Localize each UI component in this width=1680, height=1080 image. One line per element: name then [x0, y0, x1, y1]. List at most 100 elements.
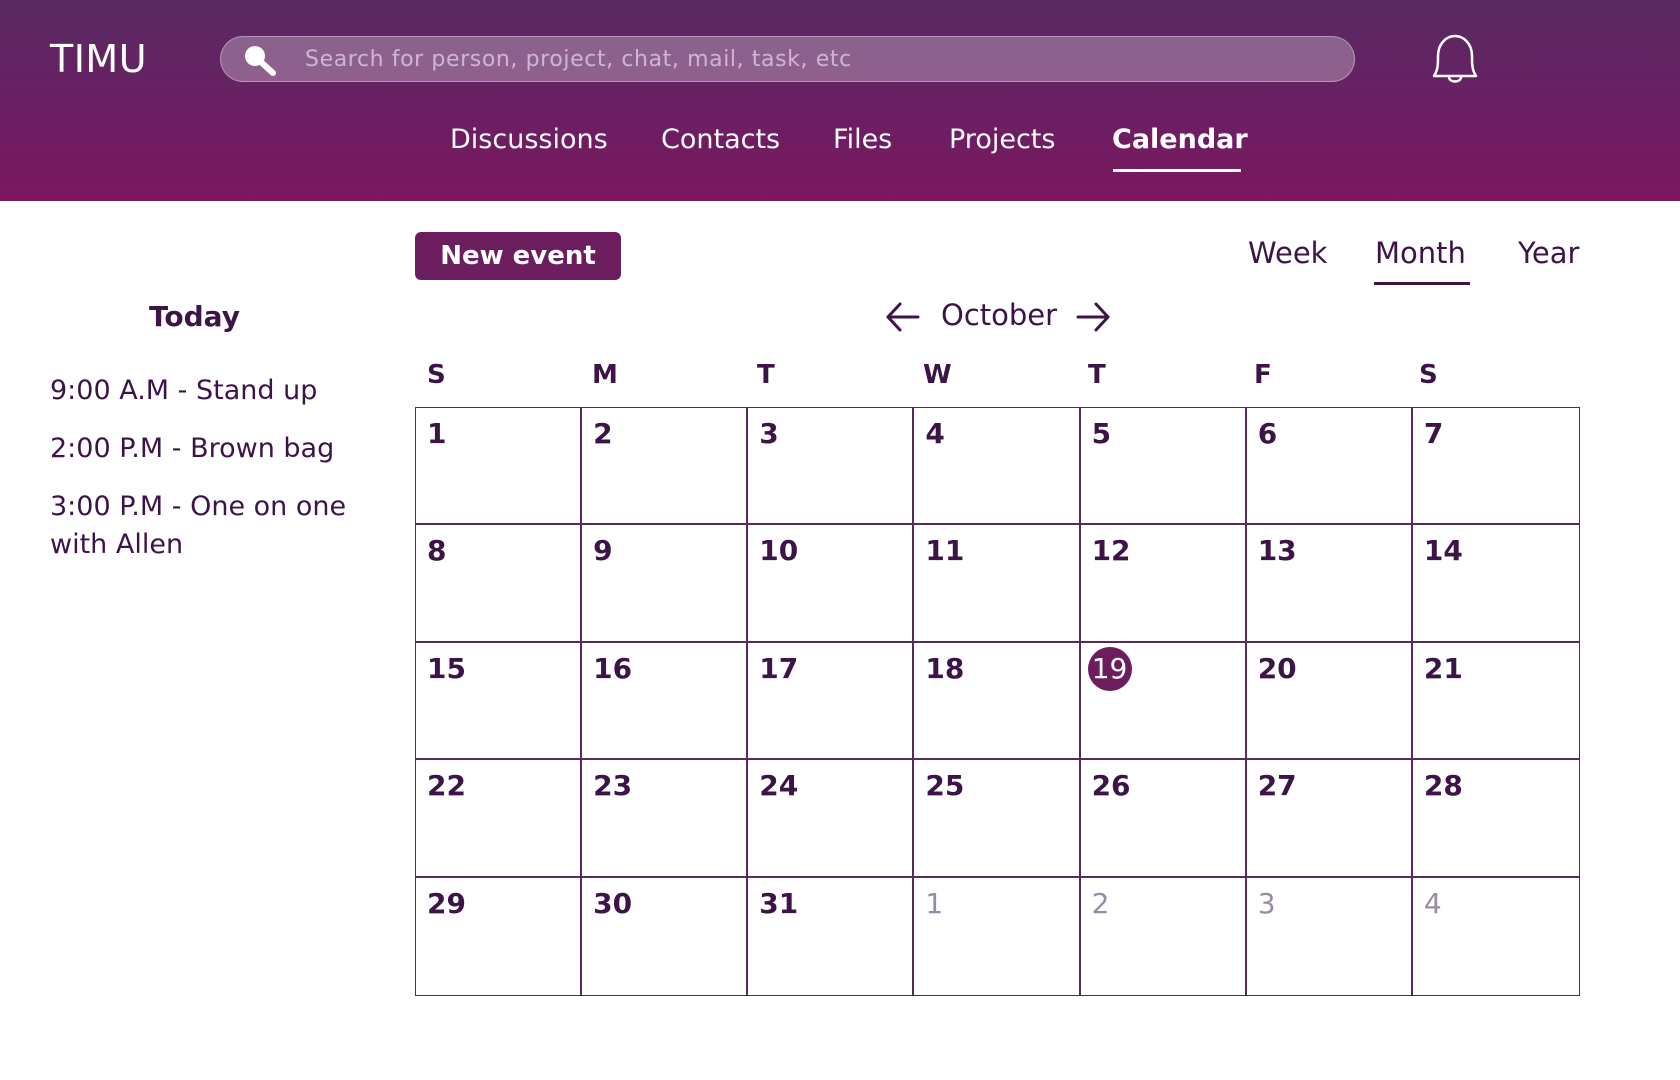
weekday-label: T — [1088, 360, 1106, 390]
day-number: 15 — [427, 651, 466, 685]
day-cell-next-month[interactable]: 2 — [1081, 877, 1247, 995]
day-cell-next-month[interactable]: 4 — [1413, 878, 1579, 995]
event-item[interactable]: 9:00 A.M - Stand up — [50, 372, 380, 410]
day-cell[interactable]: 17 — [748, 642, 915, 761]
day-cell[interactable]: 2 — [582, 408, 749, 526]
view-active-indicator — [1374, 282, 1470, 285]
today-events-list: 9:00 A.M - Stand up 2:00 P.M - Brown bag… — [50, 372, 380, 584]
day-number: 11 — [925, 534, 965, 568]
day-cell[interactable]: 6 — [1246, 408, 1413, 526]
day-cell[interactable]: 8 — [416, 525, 583, 643]
day-cell[interactable]: 10 — [748, 525, 915, 643]
arrow-left-icon[interactable] — [884, 300, 922, 334]
day-cell-today[interactable]: 19 — [1080, 642, 1247, 761]
day-cell[interactable]: 11 — [914, 525, 1081, 643]
day-number: 16 — [593, 651, 633, 685]
weekday-label: S — [1419, 360, 1438, 390]
weekday-header-row: S M T W T F S — [415, 360, 1580, 396]
search-icon — [245, 46, 276, 76]
day-number: 4 — [925, 417, 945, 450]
day-cell[interactable]: 26 — [1080, 760, 1247, 878]
day-number: 14 — [1423, 534, 1463, 568]
current-month-label: October — [941, 298, 1058, 332]
day-number: 29 — [427, 886, 466, 920]
day-cell[interactable]: 18 — [914, 642, 1081, 761]
day-cell[interactable]: 30 — [582, 877, 749, 995]
day-cell-next-month[interactable]: 1 — [914, 877, 1081, 995]
app-header: TIMU Discussions Contacts Files Projects… — [0, 0, 1680, 201]
day-cell[interactable]: 27 — [1246, 760, 1413, 878]
event-item[interactable]: 2:00 P.M - Brown bag — [50, 430, 380, 468]
day-cell[interactable]: 5 — [1080, 408, 1247, 526]
day-number: 22 — [427, 769, 466, 803]
day-number: 2 — [593, 417, 613, 450]
weekday-label: F — [1254, 360, 1272, 390]
day-cell[interactable]: 29 — [416, 877, 583, 995]
nav-contacts[interactable]: Contacts — [661, 124, 780, 155]
nav-projects[interactable]: Projects — [949, 124, 1055, 155]
day-cell[interactable]: 1 — [416, 408, 583, 526]
day-number: 9 — [593, 534, 613, 568]
month-grid: 1 2 3 4 5 6 7 8 9 10 11 12 13 14 15 16 17 18 19 20 21 22 23 24 2… — [415, 407, 1580, 996]
day-number: 1 — [427, 417, 447, 450]
day-number: 3 — [1257, 886, 1276, 920]
arrow-right-icon[interactable] — [1074, 300, 1112, 334]
day-number: 24 — [759, 769, 799, 803]
day-number: 26 — [1091, 769, 1131, 803]
notifications-bell-icon[interactable] — [1426, 30, 1484, 88]
day-cell[interactable]: 12 — [1080, 525, 1247, 643]
day-number: 21 — [1423, 651, 1463, 685]
day-number: 20 — [1257, 651, 1297, 685]
day-cell[interactable]: 4 — [914, 408, 1081, 526]
nav-files[interactable]: Files — [833, 124, 892, 155]
nav-calendar[interactable]: Calendar — [1112, 124, 1248, 155]
search-input[interactable] — [305, 37, 1335, 81]
day-number: 3 — [759, 417, 779, 450]
app-logo[interactable]: TIMU — [50, 37, 147, 81]
day-cell[interactable]: 23 — [582, 760, 749, 878]
new-event-button[interactable]: New event — [415, 232, 621, 280]
day-cell[interactable]: 22 — [416, 760, 583, 878]
day-number: 31 — [759, 886, 799, 920]
day-cell[interactable]: 20 — [1246, 642, 1413, 761]
day-number: 2 — [1091, 886, 1110, 920]
main-nav: Discussions Contacts Files Projects Cale… — [0, 124, 1680, 184]
today-day-number: 19 — [1087, 646, 1132, 691]
view-tab-week[interactable]: Week — [1248, 236, 1327, 270]
day-cell[interactable]: 9 — [582, 525, 749, 643]
weekday-label: S — [427, 360, 446, 390]
view-tab-year[interactable]: Year — [1518, 236, 1579, 270]
day-cell[interactable]: 24 — [748, 760, 915, 878]
view-tab-month[interactable]: Month — [1375, 236, 1466, 270]
day-number: 10 — [759, 534, 799, 568]
day-cell[interactable]: 28 — [1412, 760, 1579, 878]
day-number: 27 — [1257, 769, 1297, 803]
day-cell-next-month[interactable]: 3 — [1247, 877, 1413, 995]
day-cell[interactable]: 14 — [1412, 525, 1579, 643]
day-cell[interactable]: 3 — [748, 408, 915, 526]
day-number: 28 — [1423, 769, 1463, 803]
day-number: 18 — [925, 651, 965, 685]
event-item[interactable]: 3:00 P.M - One on one with Allen — [50, 488, 380, 564]
day-cell[interactable]: 13 — [1246, 525, 1413, 643]
weekday-label: W — [923, 360, 952, 390]
day-cell[interactable]: 25 — [914, 760, 1081, 878]
day-number: 6 — [1257, 417, 1278, 450]
day-cell[interactable]: 15 — [416, 642, 583, 761]
day-number: 25 — [925, 769, 965, 803]
day-cell[interactable]: 16 — [582, 642, 749, 761]
weekday-label: M — [592, 360, 618, 390]
search-bar[interactable] — [220, 36, 1355, 82]
today-title: Today — [149, 300, 240, 333]
day-cell[interactable]: 31 — [748, 877, 915, 995]
day-cell[interactable]: 21 — [1412, 643, 1579, 761]
day-number: 1 — [925, 886, 944, 920]
day-number: 30 — [593, 886, 633, 920]
day-number: 8 — [427, 534, 447, 568]
day-number: 5 — [1091, 417, 1112, 450]
weekday-label: T — [757, 360, 775, 390]
day-cell[interactable]: 7 — [1412, 408, 1579, 526]
day-number: 13 — [1257, 534, 1297, 568]
nav-discussions[interactable]: Discussions — [450, 124, 608, 155]
day-number: 7 — [1423, 417, 1444, 450]
